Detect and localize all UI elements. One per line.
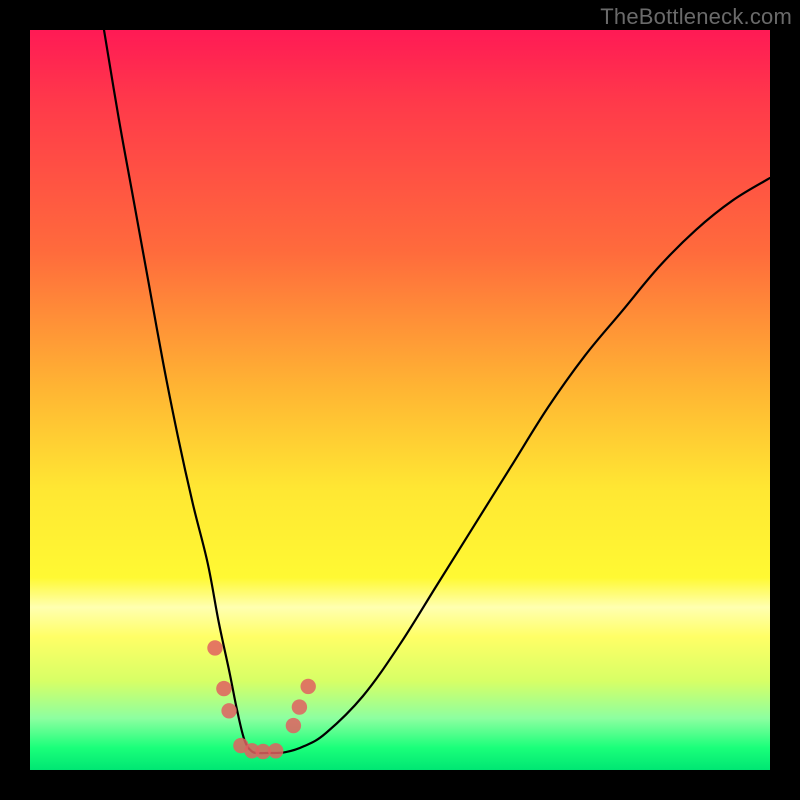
curve-marker xyxy=(216,681,231,696)
curve-marker xyxy=(268,743,283,758)
curve-marker xyxy=(221,703,236,718)
curve-markers xyxy=(207,640,316,759)
curve-marker xyxy=(286,718,301,733)
bottleneck-curve xyxy=(104,30,770,753)
plot-area xyxy=(30,30,770,770)
curve-marker xyxy=(301,679,316,694)
curve-marker xyxy=(207,640,222,655)
watermark-text: TheBottleneck.com xyxy=(600,4,792,30)
chart-frame: TheBottleneck.com xyxy=(0,0,800,800)
curve-marker xyxy=(292,699,307,714)
chart-svg xyxy=(30,30,770,770)
